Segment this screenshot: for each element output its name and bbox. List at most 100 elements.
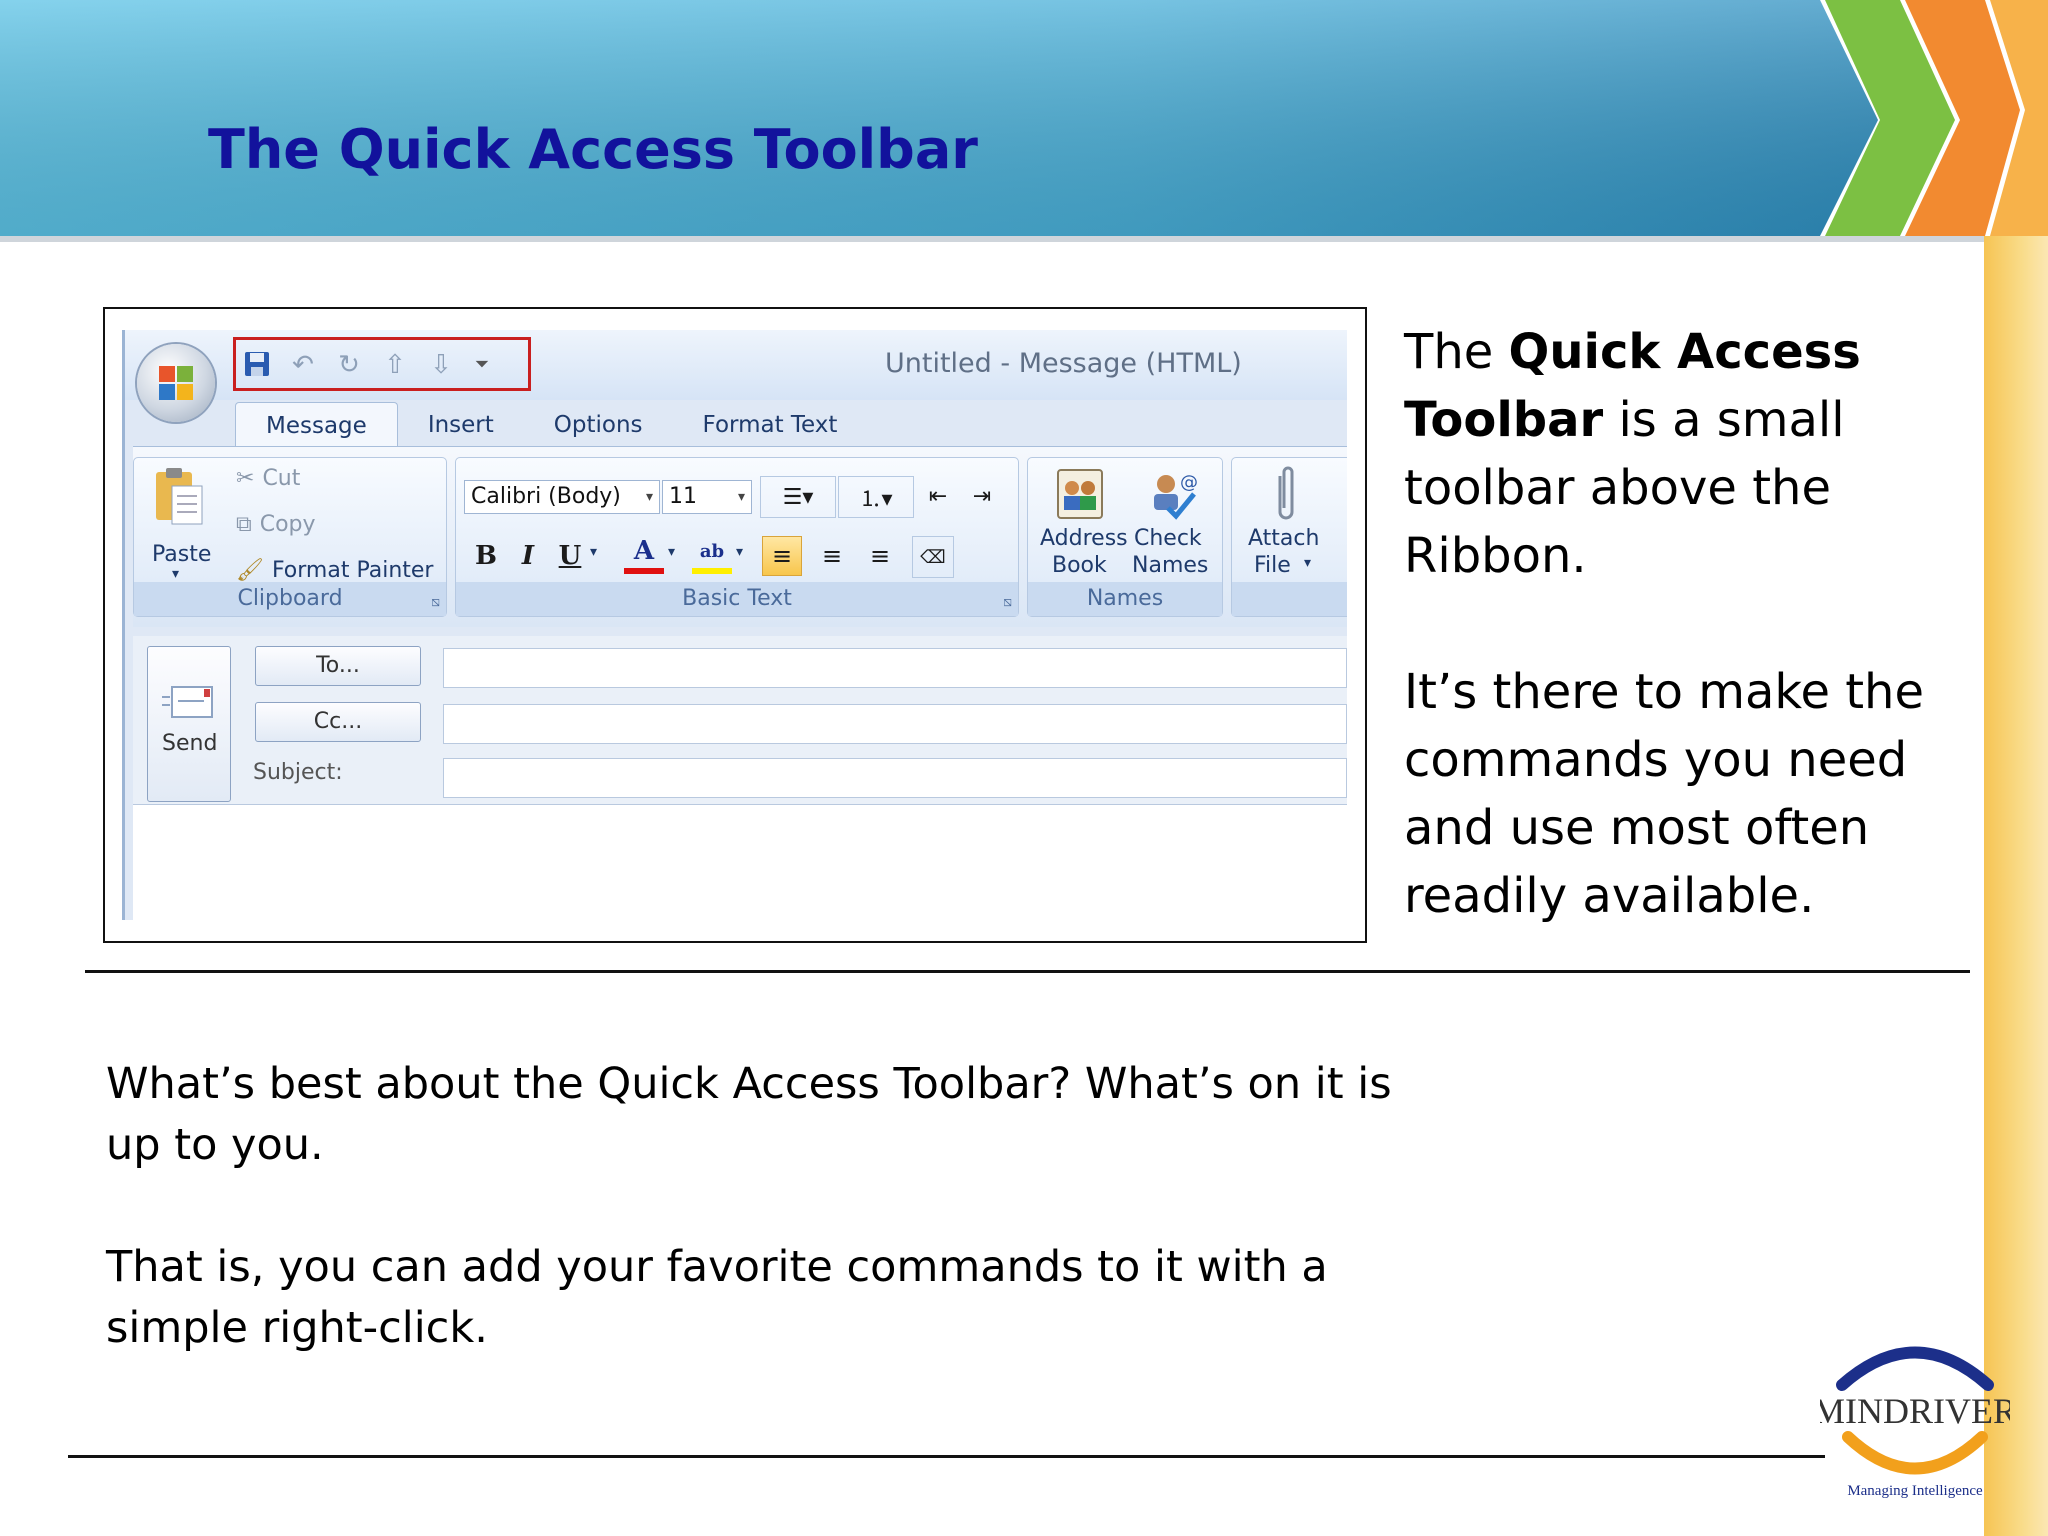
svg-text:MINDRIVER: MINDRIVER [1820,1391,2010,1431]
font-name-combo[interactable]: Calibri (Body) ▾ [464,480,660,514]
font-color-dropdown-icon[interactable]: ▾ [668,544,675,560]
ribbon: Paste ▾ ✂ Cut ⧉ Copy 🖌 Format Painter Cl… [133,446,1347,627]
increase-indent-icon: ⇥ [972,483,992,509]
next-item-icon[interactable]: ⇩ [425,348,457,380]
font-name-dropdown-icon[interactable]: ▾ [646,481,653,513]
slide-title: The Quick Access Toolbar [208,118,978,181]
scissors-icon: ✂ [236,466,255,491]
font-size-combo[interactable]: 11 ▾ [662,480,752,514]
align-right-button[interactable]: ≡ [860,536,900,576]
highlight-dropdown-icon[interactable]: ▾ [736,544,743,560]
side-explanation: The Quick Access Toolbar is a small tool… [1404,318,1944,998]
customize-qat-icon[interactable]: ⏷ [471,348,493,380]
side-paragraph-1: The Quick Access Toolbar is a small tool… [1404,318,1944,590]
check-names-button[interactable]: @ Check Names [1128,462,1218,586]
attach-file-button[interactable]: Attach File ▾ [1240,462,1336,586]
mindriver-logo: MINDRIVER Managing Intelligence [1820,1346,2010,1499]
basic-text-group-label: Basic Text [456,582,1018,616]
align-right-icon: ≡ [869,542,891,570]
format-painter-label: Format Painter [271,558,434,583]
previous-item-icon[interactable]: ⇧ [379,348,411,380]
office-logo-icon [159,366,193,400]
redo-icon[interactable]: ↻ [333,348,365,380]
check-names-label-1: Check [1134,526,1202,551]
copy-icon: ⧉ [236,512,252,537]
names-group: Address Book @ Check Names Names [1027,457,1223,617]
cc-field[interactable] [443,704,1347,744]
address-book-button[interactable]: Address Book [1036,462,1128,586]
side-p1-prefix: The [1404,324,1509,380]
decrease-indent-icon: ⇤ [928,483,948,509]
underline-button[interactable]: U [550,536,590,576]
divider-line [85,970,1970,973]
paintbrush-icon: 🖌 [236,558,264,583]
names-group-label: Names [1028,582,1222,616]
attach-file-label-1: Attach [1248,526,1320,551]
italic-button[interactable]: I [508,536,548,576]
bottom-explanation: What’s best about the Quick Access Toolb… [106,1054,1406,1420]
bold-button[interactable]: B [466,536,506,576]
font-size-value: 11 [669,484,697,509]
align-left-button[interactable]: ≡ [762,536,802,576]
cut-label: Cut [262,466,301,491]
paperclip-icon [1278,466,1294,520]
copy-label: Copy [259,512,316,537]
send-envelope-icon [162,686,213,718]
paste-icon [156,468,203,525]
align-center-button[interactable]: ≡ [812,536,852,576]
bullets-icon: ☰▾ [782,484,814,510]
side-paragraph-2: It’s there to make the commands you need… [1404,664,1925,924]
message-body[interactable] [133,804,1347,920]
align-left-icon: ≡ [771,542,793,570]
copy-button[interactable]: ⧉ Copy [236,512,316,537]
address-book-label-1: Address [1040,526,1128,551]
font-name-value: Calibri (Body) [471,484,621,509]
paste-button[interactable]: Paste ▾ [142,462,214,582]
font-size-dropdown-icon[interactable]: ▾ [738,481,745,513]
svg-text:@: @ [1180,472,1198,493]
address-book-label-2: Book [1052,553,1107,578]
bottom-paragraph-1: What’s best about the Quick Access Toolb… [106,1059,1392,1170]
compose-area: Send To... Cc... Subject: [133,636,1347,920]
format-painter-button[interactable]: 🖌 Format Painter [236,558,433,583]
numbering-button[interactable]: ⒈▾ [838,476,914,518]
cc-button[interactable]: Cc... [255,702,421,742]
undo-icon[interactable]: ↶ [287,348,319,380]
clear-formatting-button[interactable]: ⌫ [912,536,954,578]
ribbon-tabs: Message Insert Options Format Text [235,402,868,447]
attach-file-label-2: File [1254,553,1291,578]
paste-dropdown-icon[interactable]: ▾ [172,566,179,582]
clear-formatting-icon: ⌫ [920,546,946,568]
numbering-icon: ⒈▾ [859,487,893,512]
subject-field[interactable] [443,758,1347,798]
cut-button[interactable]: ✂ Cut [236,466,300,491]
basic-text-launcher-icon[interactable]: ⧅ [1003,593,1012,610]
underline-dropdown-icon[interactable]: ▾ [590,544,597,560]
paste-label: Paste [152,542,212,567]
to-field[interactable] [443,648,1347,688]
basic-text-group: Calibri (Body) ▾ 11 ▾ ☰▾ ⒈▾ ⇤ ⇥ B I U ▾ [455,457,1019,617]
tab-format-text[interactable]: Format Text [673,402,868,446]
quick-access-toolbar: ↶ ↻ ⇧ ⇩ ⏷ [241,344,493,384]
outlook-window: ↶ ↻ ⇧ ⇩ ⏷ Untitled - Message (HTML) Mess… [122,330,1347,920]
font-color-button[interactable]: A [624,534,664,574]
highlight-button[interactable]: ab [692,534,732,574]
tab-options[interactable]: Options [524,402,673,446]
clipboard-launcher-icon[interactable]: ⧅ [431,593,440,610]
check-names-label-2: Names [1132,553,1209,578]
window-title: Untitled - Message (HTML) [885,348,1242,379]
office-button[interactable] [137,344,215,422]
bullets-button[interactable]: ☰▾ [760,476,836,518]
send-label: Send [162,731,218,756]
increase-indent-button[interactable]: ⇥ [962,476,1002,516]
attach-file-dropdown-icon[interactable]: ▾ [1304,555,1311,571]
svg-text:Managing Intelligence: Managing Intelligence [1847,1483,1983,1499]
to-button[interactable]: To... [255,646,421,686]
tab-insert[interactable]: Insert [398,402,524,446]
footer-line [68,1455,1825,1458]
align-center-icon: ≡ [821,542,843,570]
decrease-indent-button[interactable]: ⇤ [918,476,958,516]
send-button[interactable]: Send [147,646,231,802]
save-icon[interactable] [241,348,273,380]
tab-message[interactable]: Message [235,402,398,447]
